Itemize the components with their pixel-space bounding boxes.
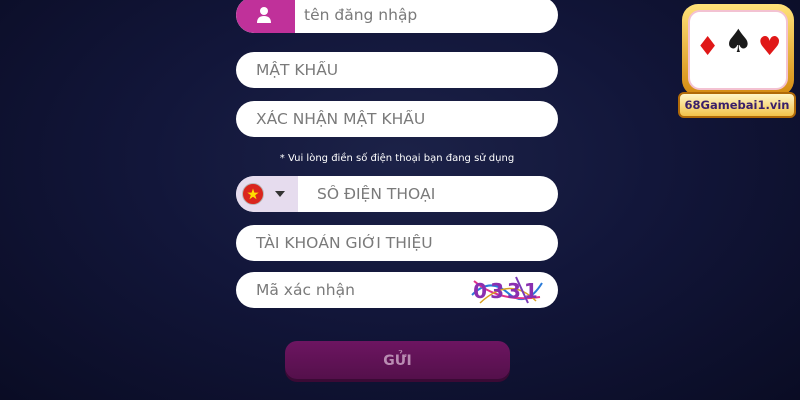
logo-text: 68Gamebai1.vin (678, 92, 796, 118)
diamond-icon: ♦ (696, 32, 720, 62)
logo-cards: ♦ ♠ ♥ (688, 10, 788, 90)
heart-icon: ♥ (758, 32, 782, 62)
phone-hint: * Vui lòng điền số điện thoại bạn đang s… (279, 153, 515, 164)
password-input[interactable] (256, 52, 546, 88)
referral-field (236, 225, 558, 261)
vietnam-flag-icon (242, 183, 264, 205)
phone-input[interactable] (317, 176, 547, 212)
chevron-down-icon (275, 191, 285, 197)
phone-field (236, 176, 558, 212)
referral-input[interactable] (256, 225, 546, 261)
username-input[interactable] (304, 0, 544, 33)
captcha-field: 0331 (236, 272, 558, 308)
captcha-input[interactable] (256, 272, 476, 308)
captcha-code: 0331 (473, 279, 541, 303)
password-field (236, 52, 558, 88)
confirm-password-input[interactable] (256, 101, 546, 137)
captcha-image[interactable]: 0331 (470, 275, 544, 305)
country-selector[interactable] (236, 176, 298, 212)
confirm-password-field (236, 101, 558, 137)
user-icon (236, 0, 295, 33)
spade-icon: ♠ (724, 22, 753, 60)
site-logo: ♦ ♠ ♥ 68Gamebai1.vin (678, 0, 796, 122)
submit-button[interactable]: GỬI (285, 341, 510, 379)
username-field (236, 0, 558, 33)
